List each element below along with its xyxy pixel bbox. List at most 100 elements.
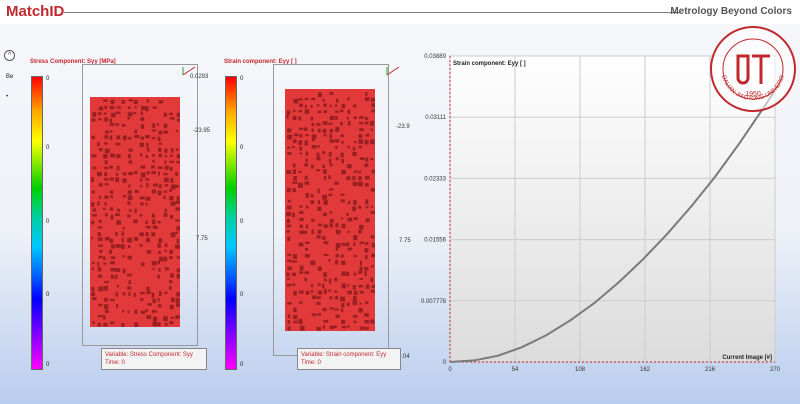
- speckle-dot: [163, 256, 168, 262]
- speckle-dot: [304, 109, 310, 114]
- speckle-dot: [157, 190, 162, 196]
- speckle-dot: [364, 313, 369, 317]
- speckle-dot: [152, 123, 156, 129]
- speckle-dot: [292, 188, 296, 192]
- speckle-dot: [98, 303, 103, 307]
- speckle-dot: [109, 123, 115, 126]
- speckle-dot: [358, 134, 363, 139]
- strain-colorbar-label: 0: [240, 219, 244, 225]
- speckle-dot: [322, 325, 325, 329]
- speckle-dot: [110, 321, 115, 325]
- speckle-dot: [358, 181, 363, 187]
- speckle-dot: [316, 169, 321, 172]
- speckle-dot: [169, 321, 174, 325]
- speckle-dot: [91, 135, 95, 139]
- speckle-dot: [92, 321, 95, 324]
- speckle-dot: [323, 319, 329, 323]
- speckle-dot: [370, 128, 374, 131]
- speckle-dot: [145, 232, 149, 237]
- speckle-dot: [311, 97, 316, 101]
- speckle-dot: [128, 208, 132, 212]
- speckle-dot: [127, 201, 131, 205]
- speckle-dot: [329, 218, 334, 223]
- speckle-dot: [145, 178, 150, 181]
- speckle-dot: [298, 319, 303, 325]
- speckle-dot: [134, 309, 138, 315]
- y-tick-label: 0: [443, 360, 447, 366]
- speckle-dot: [353, 235, 358, 241]
- speckle-dot: [311, 128, 314, 132]
- speckle-dot: [116, 165, 120, 171]
- speckle-dot: [158, 267, 161, 272]
- speckle-dot: [311, 145, 317, 149]
- strain-info-time: Time: 0: [301, 360, 321, 366]
- speckle-dot: [370, 205, 374, 208]
- speckle-dot: [286, 224, 292, 228]
- speckle-dot: [347, 284, 350, 287]
- speckle-dot: [175, 231, 178, 235]
- stress-colorbar-label: 0: [46, 362, 50, 368]
- speckle-dot: [103, 285, 108, 291]
- speckle-dot: [293, 320, 298, 324]
- speckle-dot: [352, 206, 356, 212]
- speckle-dot: [97, 322, 101, 327]
- collapse-panel-icon[interactable]: ^: [4, 50, 15, 61]
- speckle-dot: [163, 177, 169, 183]
- speckle-dot: [370, 319, 375, 324]
- speckle-dot: [127, 286, 132, 290]
- speckle-dot: [286, 115, 289, 119]
- speckle-dot: [115, 177, 120, 183]
- speckle-dot: [305, 224, 309, 229]
- speckle-dot: [299, 205, 303, 208]
- speckle-dot: [364, 175, 370, 180]
- speckle-dot: [311, 164, 314, 169]
- stress-colorbar-label: 0: [46, 292, 50, 298]
- speckle-dot: [127, 310, 130, 314]
- speckle-dot: [140, 124, 145, 129]
- speckle-dot: [97, 112, 102, 116]
- speckle-dot: [164, 184, 169, 187]
- speckle-dot: [152, 159, 155, 163]
- speckle-dot: [133, 100, 138, 105]
- speckle-dot: [364, 121, 369, 125]
- speckle-dot: [335, 295, 339, 300]
- speckle-dot: [305, 151, 309, 156]
- speckle-dot: [335, 139, 340, 143]
- speckle-dot: [304, 271, 310, 275]
- speckle-dot: [97, 232, 102, 237]
- speckle-dot: [92, 261, 95, 265]
- speckle-dot: [140, 310, 146, 314]
- speckle-dot: [104, 172, 108, 177]
- stress-specimen-image: [90, 97, 180, 327]
- speckle-dot: [152, 316, 158, 322]
- speckle-dot: [146, 315, 152, 320]
- speckle-dot: [122, 195, 126, 198]
- speckle-dot: [286, 230, 290, 233]
- speckle-dot: [169, 304, 174, 310]
- speckle-dot: [163, 190, 168, 193]
- speckle-dot: [298, 98, 303, 101]
- speckle-dot: [316, 235, 321, 239]
- speckle-dot: [115, 111, 121, 114]
- speckle-dot: [140, 262, 145, 267]
- speckle-dot: [104, 183, 109, 186]
- speckle-dot: [176, 226, 180, 231]
- speckle-dot: [340, 193, 345, 196]
- speckle-dot: [323, 272, 327, 277]
- speckle-dot: [322, 128, 327, 133]
- speckle-dot: [158, 142, 162, 145]
- speckle-dot: [347, 230, 350, 233]
- speckle-dot: [97, 142, 100, 147]
- stress-info-box: Variable: Stress Component: Syy Time: 0: [101, 348, 207, 370]
- speckle-dot: [292, 163, 296, 168]
- speckle-dot: [347, 325, 350, 328]
- speckle-dot: [128, 136, 132, 140]
- speckle-dot: [115, 172, 119, 176]
- speckle-dot: [98, 183, 103, 187]
- speckle-dot: [151, 310, 157, 313]
- stress-colorbar-label: 0: [46, 76, 50, 82]
- speckle-dot: [110, 261, 115, 265]
- speckle-dot: [163, 130, 169, 134]
- speckle-dot: [358, 176, 362, 181]
- speckle-dot: [365, 301, 369, 304]
